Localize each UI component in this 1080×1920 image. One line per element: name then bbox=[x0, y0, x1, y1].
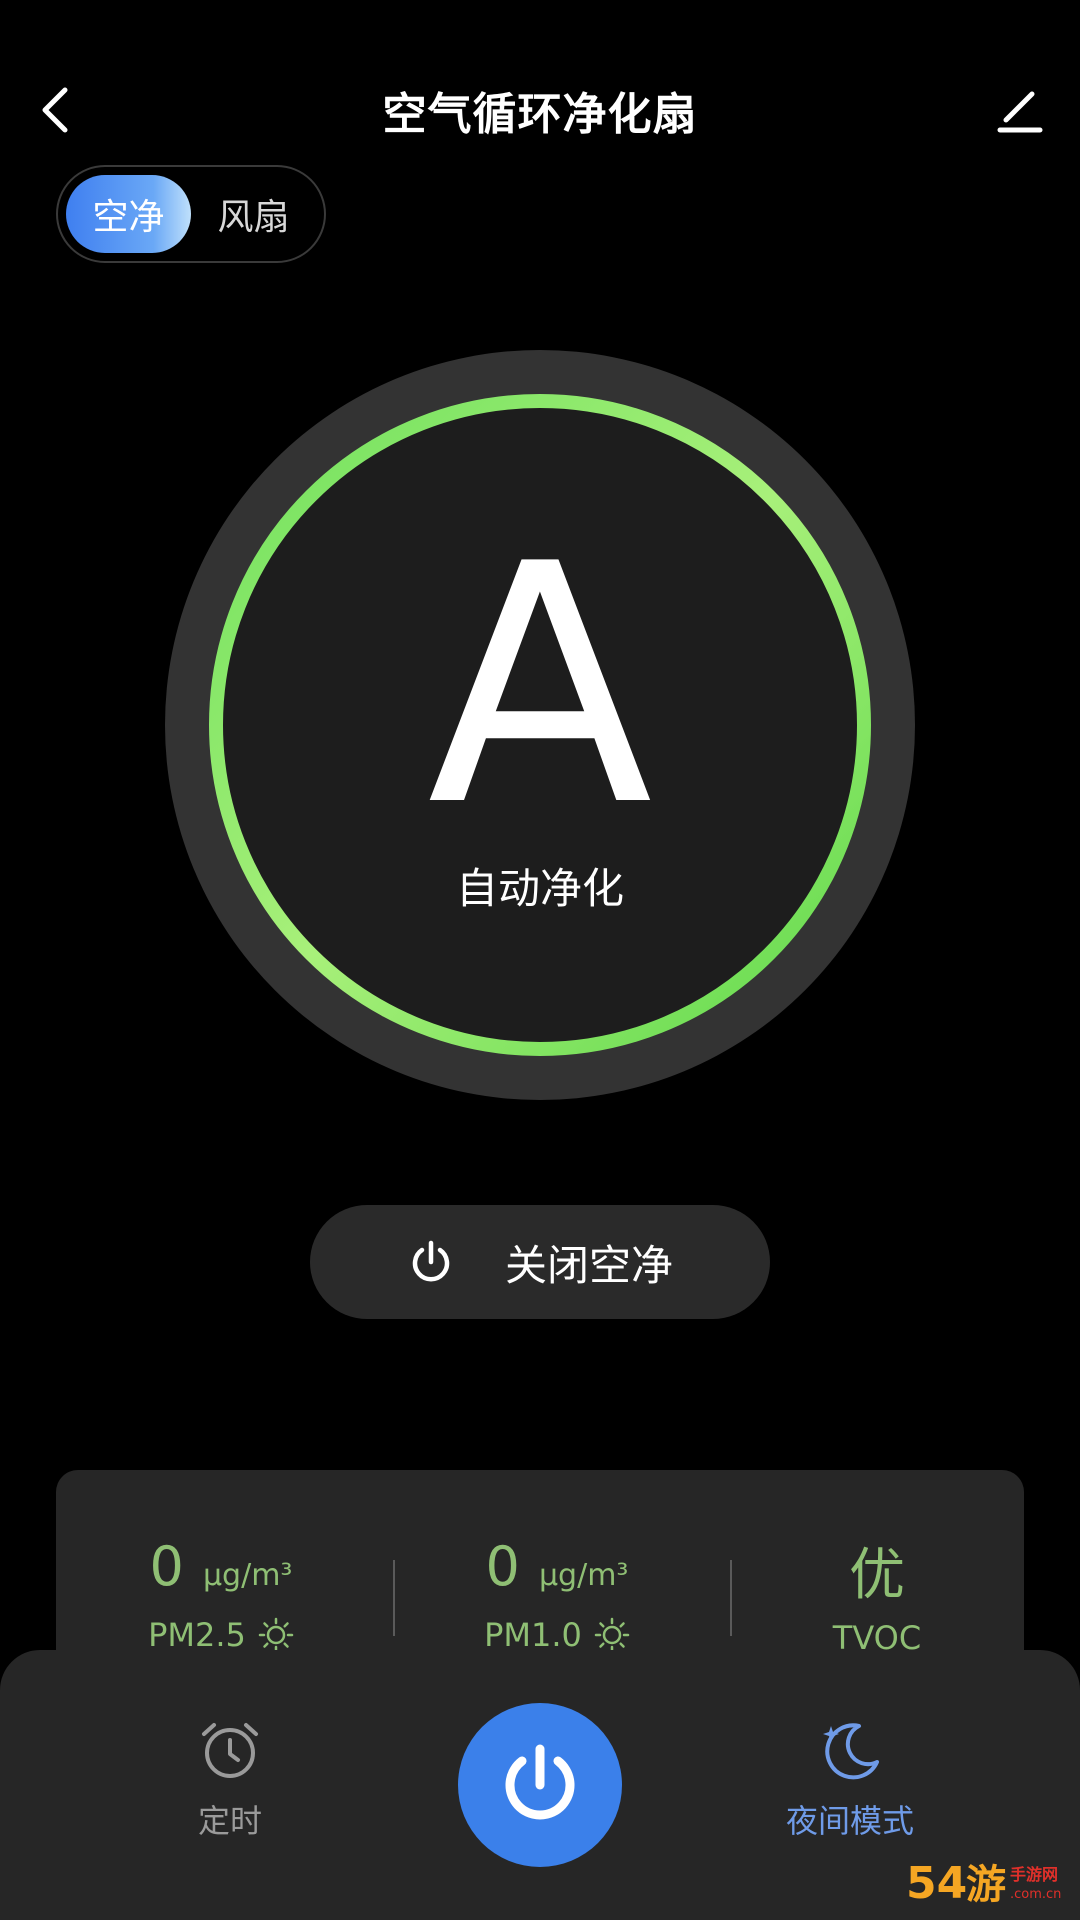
pm10-unit: μg/m³ bbox=[538, 1558, 629, 1593]
pm10-label: PM1.0 bbox=[484, 1616, 582, 1654]
svg-text:游: 游 bbox=[966, 1862, 1006, 1908]
timer-label: 定时 bbox=[197, 1802, 262, 1840]
svg-text:手游网: 手游网 bbox=[1010, 1865, 1058, 1884]
pm25-label: PM2.5 bbox=[148, 1616, 246, 1654]
close-purify-button[interactable]: 关闭空净 bbox=[310, 1205, 770, 1319]
sensor-pm25: 0 μg/m³ PM2.5 bbox=[56, 1535, 386, 1654]
sensor-pm10: 0 μg/m³ PM1.0 bbox=[392, 1535, 722, 1654]
mode-letter: A bbox=[427, 520, 654, 820]
mode-switch: 空净 风扇 bbox=[56, 165, 326, 263]
power-button[interactable] bbox=[458, 1703, 622, 1867]
power-icon bbox=[505, 1744, 575, 1820]
night-mode-label: 夜间模式 bbox=[785, 1802, 914, 1840]
pm25-value: 0 bbox=[149, 1535, 184, 1598]
pencil-icon bbox=[997, 91, 1043, 133]
mode-caption: 自动净化 bbox=[455, 864, 624, 913]
tab-purify[interactable]: 空净 bbox=[66, 175, 191, 253]
moon-stars-icon bbox=[823, 1723, 879, 1780]
edit-button[interactable] bbox=[990, 80, 1050, 140]
watermark-logo: 54 游 手游网 .com.cn bbox=[906, 1854, 1066, 1910]
timer-button[interactable]: 定时 bbox=[100, 1718, 360, 1842]
power-icon bbox=[412, 1240, 450, 1282]
sun-icon bbox=[594, 1617, 630, 1653]
sun-icon bbox=[258, 1617, 294, 1653]
tab-fan[interactable]: 风扇 bbox=[191, 175, 316, 253]
night-mode-button[interactable]: 夜间模式 bbox=[720, 1718, 980, 1842]
svg-text:54: 54 bbox=[906, 1858, 967, 1909]
pm25-unit: μg/m³ bbox=[202, 1558, 293, 1593]
sensor-tvoc: 优 TVOC bbox=[712, 1530, 1042, 1657]
page-title: 空气循环净化扇 bbox=[382, 89, 698, 140]
alarm-clock-icon bbox=[202, 1723, 258, 1778]
svg-text:.com.cn: .com.cn bbox=[1010, 1887, 1061, 1902]
svg-text:A: A bbox=[427, 520, 654, 820]
tvoc-value: 优 bbox=[849, 1543, 905, 1608]
pm10-value: 0 bbox=[485, 1535, 520, 1598]
close-purify-label: 关闭空净 bbox=[504, 1240, 673, 1290]
